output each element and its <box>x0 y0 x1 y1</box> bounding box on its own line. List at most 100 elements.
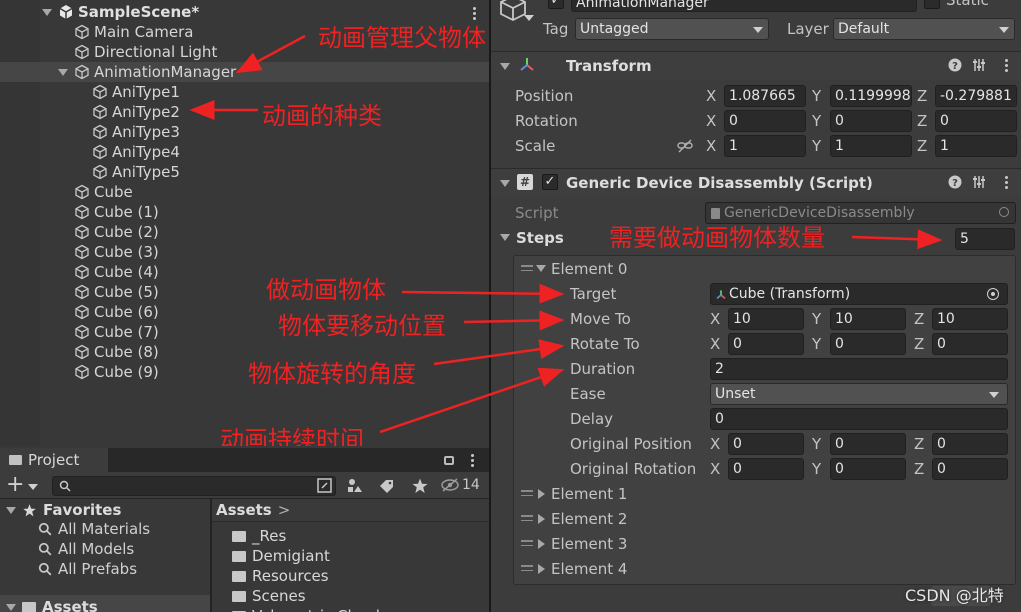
rotate-to-y-field[interactable]: 0 <box>830 333 906 355</box>
rotation-z-field[interactable]: 0 <box>935 110 1017 132</box>
favorite-item[interactable]: All Prefabs <box>38 560 137 578</box>
help-icon[interactable]: ? <box>948 58 962 72</box>
move-to-x-field[interactable]: 10 <box>728 308 804 330</box>
element-fold-arrow[interactable] <box>538 489 545 499</box>
original-rotation-y-field[interactable]: 0 <box>830 458 906 480</box>
move-to-z-field[interactable]: 10 <box>932 308 1008 330</box>
original-position-z-field[interactable]: 0 <box>932 433 1008 455</box>
filter-type-icon[interactable] <box>346 477 364 495</box>
element-label[interactable]: Element 4 <box>551 560 627 578</box>
tab-project[interactable]: Project <box>0 448 108 472</box>
scale-x-field[interactable]: 1 <box>724 135 806 157</box>
breadcrumb-assets[interactable]: Assets <box>216 501 272 519</box>
element-label[interactable]: Element 2 <box>551 510 627 528</box>
position-z-field[interactable]: -0.279881 <box>935 85 1017 107</box>
script-help-icon[interactable]: ? <box>948 175 962 189</box>
fold-arrow-icon[interactable] <box>58 68 68 76</box>
hierarchy-item[interactable]: AniType1 <box>0 82 489 102</box>
static-checkbox[interactable] <box>924 0 940 9</box>
move-to-y-field[interactable]: 10 <box>830 308 906 330</box>
target-field[interactable]: Cube (Transform) <box>710 283 1008 305</box>
transform-menu-icon[interactable] <box>1005 59 1009 72</box>
assets-fold-arrow[interactable] <box>6 603 16 611</box>
steps-label: Steps <box>516 229 564 247</box>
icon-dropdown-icon[interactable] <box>524 15 534 21</box>
search-by-type-icon[interactable] <box>316 477 334 495</box>
scene-fold-arrow[interactable] <box>42 8 52 16</box>
script-component-header[interactable]: # ✓ Generic Device Disassembly (Script) … <box>491 168 1021 197</box>
original-rotation-x-field[interactable]: 0 <box>728 458 804 480</box>
ease-dropdown[interactable]: Unset <box>710 383 1008 405</box>
original-position-x-field[interactable]: 0 <box>728 433 804 455</box>
script-menu-icon[interactable] <box>1005 176 1009 189</box>
folder-item[interactable]: Volumetric Clouds <box>232 607 388 612</box>
breadcrumb[interactable]: Assets > <box>216 501 290 519</box>
object-name-field[interactable]: AnimationManager <box>571 0 917 12</box>
element-label[interactable]: Element 3 <box>551 535 627 553</box>
hidden-packages-toggle[interactable]: 14 <box>440 477 480 493</box>
folder-item[interactable]: Scenes <box>232 587 306 605</box>
hierarchy-item[interactable]: Cube (5) <box>0 282 489 302</box>
rotate-to-x-field[interactable]: 0 <box>728 333 804 355</box>
hierarchy-item[interactable]: Cube (1) <box>0 202 489 222</box>
tag-dropdown[interactable]: Untagged <box>575 18 769 40</box>
position-x-field[interactable]: 1.087665 <box>724 85 806 107</box>
position-y-field[interactable]: 0.1199998 <box>830 85 912 107</box>
favorite-star-icon[interactable] <box>411 477 429 495</box>
delay-field[interactable]: 0 <box>710 408 1008 430</box>
create-dropdown-icon[interactable] <box>28 484 38 490</box>
rotation-x-field[interactable]: 0 <box>724 110 806 132</box>
hierarchy-item[interactable]: Cube <box>0 182 489 202</box>
element-fold-arrow[interactable] <box>538 514 545 524</box>
steps-fold-arrow[interactable] <box>500 234 510 241</box>
script-fold-arrow[interactable] <box>500 180 510 187</box>
favorite-item[interactable]: All Materials <box>38 520 150 538</box>
active-checkbox[interactable]: ✓ <box>548 0 564 9</box>
transform-fold-arrow[interactable] <box>500 63 510 70</box>
transform-header[interactable]: Transform ? <box>491 51 1021 80</box>
element0-fold-arrow[interactable] <box>536 265 546 272</box>
assets-root[interactable]: Assets <box>6 598 98 612</box>
element-drag-handle[interactable] <box>521 540 533 546</box>
rotate-to-z-field[interactable]: 0 <box>932 333 1008 355</box>
search-input[interactable] <box>52 476 336 496</box>
element-drag-handle[interactable] <box>521 515 533 521</box>
duration-field[interactable]: 2 <box>710 358 1008 380</box>
target-picker-icon[interactable] <box>987 288 999 300</box>
hierarchy-item[interactable]: Cube (4) <box>0 262 489 282</box>
hierarchy-item[interactable]: AnimationManager <box>0 62 489 82</box>
favorite-item[interactable]: All Models <box>38 540 134 558</box>
layer-dropdown[interactable]: Default <box>833 18 1015 40</box>
script-presets-icon[interactable] <box>972 175 986 189</box>
hierarchy-item[interactable]: AniType2 <box>0 102 489 122</box>
favorites-fold-arrow[interactable] <box>6 506 16 514</box>
folder-item[interactable]: Resources <box>232 567 329 585</box>
element-drag-handle[interactable] <box>521 490 533 496</box>
element0-drag-handle[interactable] <box>521 265 533 271</box>
script-enabled-checkbox[interactable]: ✓ <box>542 174 558 190</box>
favorites-header[interactable]: Favorites <box>6 501 121 519</box>
hierarchy-item[interactable]: AniType5 <box>0 162 489 182</box>
lock-icon[interactable] <box>444 456 454 465</box>
rotation-y-field[interactable]: 0 <box>830 110 912 132</box>
steps-count-field[interactable]: 5 <box>955 228 1015 250</box>
filter-label-icon[interactable] <box>378 477 396 495</box>
hierarchy-item[interactable]: AniType3 <box>0 122 489 142</box>
folder-item[interactable]: _Res <box>232 527 286 545</box>
presets-icon[interactable] <box>972 58 986 72</box>
original-position-y-field[interactable]: 0 <box>830 433 906 455</box>
element-fold-arrow[interactable] <box>538 564 545 574</box>
element-label[interactable]: Element 1 <box>551 485 627 503</box>
constrain-proportions-icon[interactable] <box>677 139 693 153</box>
scale-y-field[interactable]: 1 <box>830 135 912 157</box>
hierarchy-item[interactable]: AniType4 <box>0 142 489 162</box>
hierarchy-item[interactable]: Cube (2) <box>0 222 489 242</box>
hierarchy-item[interactable]: Cube (3) <box>0 242 489 262</box>
create-plus-icon[interactable]: + <box>6 474 24 496</box>
project-menu-icon[interactable] <box>471 454 475 467</box>
original-rotation-z-field[interactable]: 0 <box>932 458 1008 480</box>
scale-z-field[interactable]: 1 <box>935 135 1017 157</box>
element-fold-arrow[interactable] <box>538 539 545 549</box>
element-drag-handle[interactable] <box>521 565 533 571</box>
folder-item[interactable]: Demigiant <box>232 547 330 565</box>
